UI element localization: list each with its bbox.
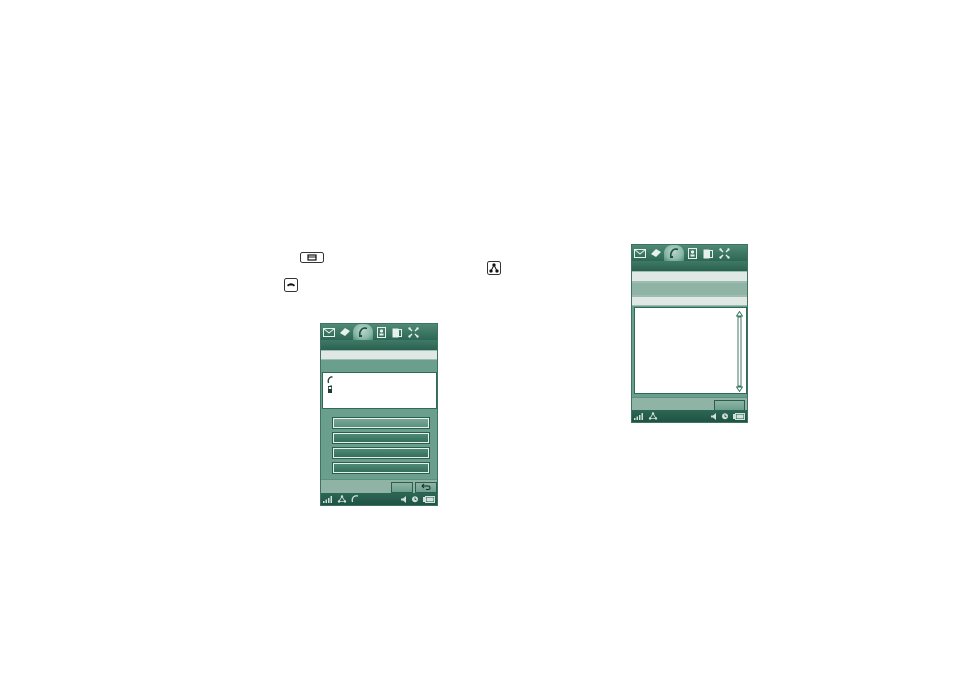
network-icon <box>487 261 501 275</box>
text-view[interactable] <box>634 307 747 394</box>
app-tab-bar <box>321 324 437 340</box>
calendar-icon[interactable] <box>389 324 405 340</box>
applications-icon[interactable] <box>716 245 732 261</box>
mobile-phone-icon <box>327 384 333 393</box>
battery-icon <box>423 495 435 503</box>
volume-icon <box>711 412 717 420</box>
messaging-icon[interactable] <box>321 324 337 340</box>
scrollbar[interactable] <box>736 311 743 392</box>
status-bar <box>632 410 747 422</box>
option-button-1[interactable] <box>332 417 430 429</box>
signal-strength-icon <box>634 412 644 420</box>
keyboard-key-icon <box>300 252 324 263</box>
alarm-clock-icon <box>721 412 729 420</box>
header-band <box>321 350 437 360</box>
app-tab-bar <box>632 245 747 261</box>
phone-screen-call-options <box>320 323 438 506</box>
contacts-icon[interactable] <box>373 324 389 340</box>
applications-icon[interactable] <box>405 324 421 340</box>
menu-softkey[interactable] <box>391 482 413 493</box>
phone-icon[interactable] <box>353 324 373 340</box>
back-button[interactable] <box>415 482 437 493</box>
list-item[interactable] <box>323 384 436 393</box>
option-button-4[interactable] <box>332 462 430 474</box>
call-active-icon <box>351 495 359 503</box>
battery-icon <box>733 412 745 420</box>
window-title-bar <box>632 261 747 271</box>
network-icon <box>648 412 658 420</box>
contacts-icon[interactable] <box>684 245 700 261</box>
web-icon[interactable] <box>648 245 664 261</box>
calendar-icon[interactable] <box>700 245 716 261</box>
hangup-key-icon <box>284 278 298 292</box>
phone-icon[interactable] <box>664 245 684 261</box>
messaging-icon[interactable] <box>632 245 648 261</box>
window-title-bar <box>321 340 437 350</box>
number-list[interactable] <box>322 372 437 409</box>
web-icon[interactable] <box>337 324 353 340</box>
alarm-clock-icon <box>411 495 419 503</box>
subheader-band <box>632 282 747 296</box>
list-item[interactable] <box>323 375 436 384</box>
volume-icon <box>401 495 407 503</box>
network-icon <box>337 495 347 503</box>
back-arrow-icon <box>421 483 431 493</box>
option-button-3[interactable] <box>332 447 430 459</box>
phone-screen-text-view <box>631 244 748 423</box>
option-button-2[interactable] <box>332 432 430 444</box>
header-band <box>632 271 747 282</box>
info-band <box>632 296 747 306</box>
signal-strength-icon <box>323 495 333 503</box>
phone-icon <box>327 375 333 384</box>
status-bar <box>321 493 437 505</box>
